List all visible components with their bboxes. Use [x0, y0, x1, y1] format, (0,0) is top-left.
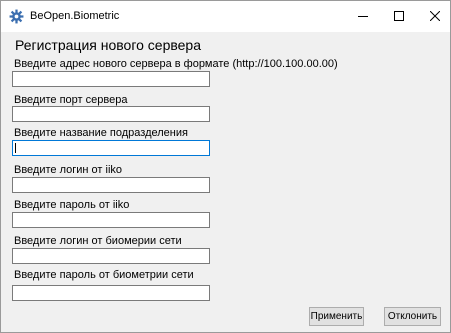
window-title: BeOpen.Biometric: [30, 10, 120, 22]
gear-icon: [9, 9, 24, 24]
biometric-password-label: Введите пароль от биометрии сети: [14, 269, 194, 281]
iiko-login-input[interactable]: [12, 177, 210, 193]
minimize-icon: [358, 16, 368, 17]
minimize-button[interactable]: [345, 1, 381, 32]
server-port-label: Введите порт сервера: [14, 94, 128, 106]
apply-button[interactable]: Применить: [309, 307, 364, 326]
department-name-label: Введите название подразделения: [14, 127, 188, 139]
text-caret: [15, 143, 16, 153]
iiko-password-input[interactable]: [12, 212, 210, 228]
server-port-input[interactable]: [12, 106, 210, 122]
maximize-icon: [394, 11, 404, 21]
server-address-input[interactable]: [12, 71, 210, 87]
maximize-button[interactable]: [381, 1, 417, 32]
title-bar[interactable]: BeOpen.Biometric: [1, 1, 450, 32]
cancel-button[interactable]: Отклонить: [384, 307, 441, 326]
biometric-login-input[interactable]: [12, 248, 210, 264]
department-name-input[interactable]: [12, 140, 210, 156]
biometric-password-input[interactable]: [12, 285, 210, 301]
iiko-login-label: Введите логин от iiko: [14, 164, 123, 176]
iiko-password-label: Введите пароль от iiko: [14, 199, 130, 211]
form-heading: Регистрация нового сервера: [15, 37, 201, 53]
register-server-window: BeOpen.Biometric Регистрация нового серв…: [0, 0, 451, 333]
server-address-label: Введите адрес нового сервера в формате (…: [14, 58, 338, 70]
close-button[interactable]: [417, 1, 450, 32]
biometric-login-label: Введите логин от биомерии сети: [14, 235, 182, 247]
close-icon: [430, 11, 440, 21]
